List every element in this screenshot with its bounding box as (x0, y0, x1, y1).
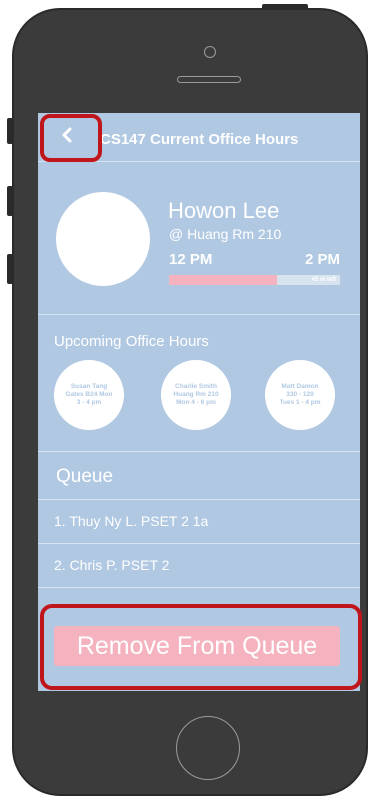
remove-from-queue-button[interactable]: Remove From Queue (54, 626, 340, 666)
session-ta: Susan Tang (70, 383, 108, 390)
home-button[interactable] (176, 716, 240, 780)
queue-header: Queue (38, 452, 360, 500)
upcoming-title: Upcoming Office Hours (54, 333, 209, 350)
session-ta: Matt Damon (281, 383, 319, 390)
upcoming-session-3[interactable]: Matt Damon 330 - 120 Tues 1 - 4 pm (265, 360, 335, 430)
queue-title: Queue (56, 466, 114, 487)
volume-down-button[interactable] (7, 254, 13, 284)
queue-item[interactable]: 2. Chris P. PSET 2 (38, 544, 360, 588)
session-location: 330 - 120 (286, 391, 314, 398)
session-ta: Charlie Smith (175, 383, 217, 390)
ta-name: Howon Lee (168, 198, 280, 223)
queue-item-label: 2. Chris P. PSET 2 (54, 557, 170, 573)
upcoming-session-1[interactable]: Susan Tang Gates B24 Mon 3 - 4 pm (54, 360, 124, 430)
session-time: 3 - 4 pm (76, 399, 102, 406)
upcoming-office-hours: Upcoming Office Hours Susan Tang Gates B… (38, 315, 360, 452)
upcoming-session-2[interactable]: Charlie Smith Huang Rm 210 Mon 4 - 6 pm (161, 360, 231, 430)
avatar (56, 192, 150, 286)
power-button[interactable] (262, 4, 308, 10)
session-location: Huang Rm 210 (173, 391, 219, 398)
session-location: Gates B24 Mon (65, 391, 113, 398)
queue-item[interactable]: 1. Thuy Ny L. PSET 2 1a (38, 500, 360, 544)
current-session-card: Howon Lee @ Huang Rm 210 12 PM 2 PM 45 m… (38, 162, 360, 315)
time-left-label: 45 m left (311, 277, 336, 283)
start-time: 12 PM (169, 251, 213, 268)
time-progress-fill (169, 275, 277, 285)
queue-item-label: 1. Thuy Ny L. PSET 2 1a (54, 513, 209, 529)
session-time: Tues 1 - 4 pm (279, 399, 321, 406)
session-time: Mon 4 - 6 pm (176, 399, 216, 406)
mute-switch[interactable] (7, 118, 13, 144)
page-title: CS147 Current Office Hours (100, 131, 299, 148)
ta-location: @ Huang Rm 210 (169, 226, 282, 242)
camera-icon (204, 46, 216, 58)
back-button-highlight[interactable] (40, 114, 102, 162)
volume-up-button[interactable] (7, 186, 13, 216)
time-progress-bar: 45 m left (169, 275, 340, 285)
end-time: 2 PM (304, 251, 340, 268)
speaker-grille (177, 76, 241, 83)
